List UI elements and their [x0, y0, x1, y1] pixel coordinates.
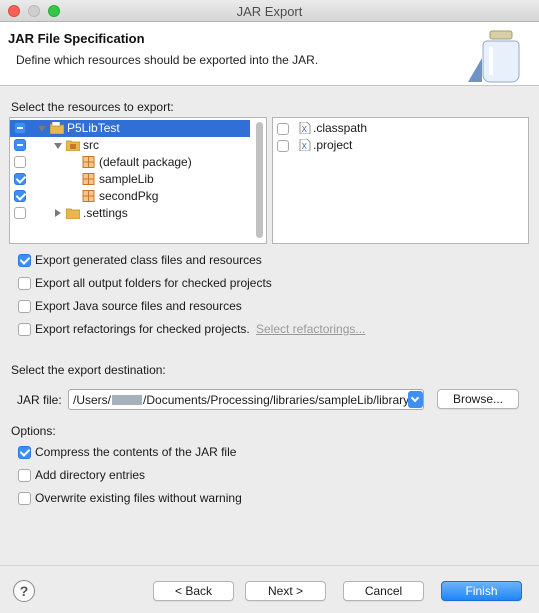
file-checkbox[interactable]: [277, 140, 289, 152]
checkbox[interactable]: [18, 492, 31, 505]
option-label: Export all output folders for checked pr…: [35, 276, 272, 290]
xml-file-icon: X: [299, 139, 311, 151]
package-icon: [82, 173, 95, 185]
jar-file-label: JAR file:: [17, 393, 62, 407]
jar-path-suffix: /Documents/Processing/libraries/sampleLi…: [143, 393, 410, 407]
file-checkbox[interactable]: [277, 123, 289, 135]
page-title: JAR File Specification: [8, 31, 145, 46]
file-label: .classpath: [313, 121, 368, 135]
files-list[interactable]: X .classpath X .project: [272, 117, 529, 244]
option-label: Export refactorings for checked projects…: [35, 322, 250, 336]
tree-item-label: secondPkg: [99, 189, 159, 203]
jar-path-value: /Users/ /Documents/Processing/libraries/s…: [73, 393, 409, 407]
svg-text:X: X: [302, 125, 308, 134]
tree-row-secondpkg[interactable]: secondPkg: [10, 188, 250, 205]
project-folder-icon: [50, 122, 64, 134]
option-label: Export generated class files and resourc…: [35, 253, 262, 267]
wizard-banner: JAR File Specification Define which reso…: [0, 22, 539, 86]
checkbox[interactable]: [18, 254, 31, 267]
redacted-username: [112, 395, 143, 405]
jar-export-dialog: JAR Export JAR File Specification Define…: [0, 0, 539, 613]
tree-item-label: src: [83, 138, 99, 152]
folder-icon: [66, 208, 80, 219]
svg-text:X: X: [302, 142, 308, 151]
footer-divider: [0, 565, 539, 566]
tree-item-label: sampleLib: [99, 172, 154, 186]
checkbox[interactable]: [18, 323, 31, 336]
tree-row-settings[interactable]: .settings: [10, 205, 250, 222]
chevron-down-icon[interactable]: [408, 391, 423, 408]
resources-tree[interactable]: P5LibTest src (default package) sampleLi…: [9, 117, 267, 244]
list-item[interactable]: X .classpath: [273, 120, 523, 137]
tree-scrollbar[interactable]: [256, 122, 263, 238]
tree-row-default-package[interactable]: (default package): [10, 154, 250, 171]
finish-button[interactable]: Finish: [441, 581, 522, 601]
file-label: .project: [313, 138, 353, 152]
options-label: Options:: [11, 424, 56, 438]
tree-item-label: .settings: [83, 206, 128, 220]
browse-button[interactable]: Browse...: [437, 389, 519, 409]
title-bar: JAR Export: [0, 0, 539, 22]
xml-file-icon: X: [299, 122, 311, 134]
tree-checkbox[interactable]: [14, 207, 26, 219]
cancel-button[interactable]: Cancel: [343, 581, 424, 601]
option-label: Export Java source files and resources: [35, 299, 242, 313]
tree-item-label: P5LibTest: [67, 121, 120, 135]
checkbox[interactable]: [18, 446, 31, 459]
checkbox[interactable]: [18, 300, 31, 313]
tree-row-samplelib[interactable]: sampleLib: [10, 171, 250, 188]
tree-checkbox[interactable]: [14, 190, 26, 202]
checkbox[interactable]: [18, 469, 31, 482]
page-description: Define which resources should be exporte…: [16, 53, 319, 67]
tree-row-src[interactable]: src: [10, 137, 250, 154]
option-label: Add directory entries: [35, 468, 146, 482]
checkbox[interactable]: [18, 277, 31, 290]
list-item[interactable]: X .project: [273, 137, 523, 154]
tree-checkbox[interactable]: [14, 156, 26, 168]
disclosure-icon[interactable]: [55, 209, 61, 217]
disclosure-icon[interactable]: [54, 143, 62, 149]
source-folder-icon: [66, 140, 80, 151]
help-icon[interactable]: ?: [13, 580, 35, 602]
destination-label: Select the export destination:: [11, 363, 166, 377]
back-button[interactable]: < Back: [153, 581, 234, 601]
resources-label: Select the resources to export:: [11, 100, 174, 114]
tree-item-label: (default package): [99, 155, 192, 169]
tree-checkbox[interactable]: [14, 173, 26, 185]
jar-path-prefix: /Users/: [73, 393, 112, 407]
tree-checkbox[interactable]: [14, 139, 26, 151]
window-title: JAR Export: [236, 4, 303, 19]
tree-checkbox[interactable]: [14, 122, 26, 134]
disclosure-icon[interactable]: [38, 126, 46, 132]
package-icon: [82, 156, 95, 168]
jar-icon: [468, 30, 520, 83]
select-refactorings-link[interactable]: Select refactorings...: [256, 322, 365, 336]
package-icon: [82, 190, 95, 202]
option-label: Overwrite existing files without warning: [35, 491, 242, 505]
option-label: Compress the contents of the JAR file: [35, 445, 237, 459]
jar-file-combo[interactable]: /Users/ /Documents/Processing/libraries/s…: [68, 389, 424, 410]
next-button[interactable]: Next >: [245, 581, 326, 601]
tree-row-p5libtest[interactable]: P5LibTest: [10, 120, 250, 137]
